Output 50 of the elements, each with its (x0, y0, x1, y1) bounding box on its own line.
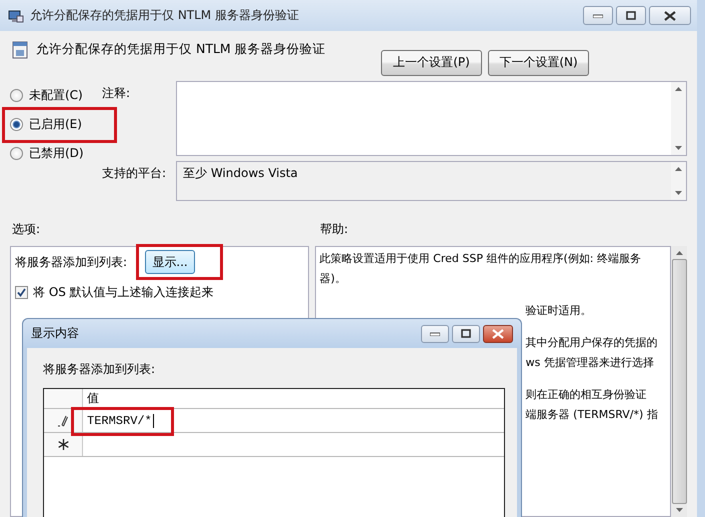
navigation-button[interactable]: 上一个设置(P) (381, 50, 482, 76)
help-text: 则在正确的相互身份验证 (526, 387, 647, 403)
help-label: 帮助: (320, 221, 348, 238)
help-text: 端服务器 (TERMSRV/*) 指 (526, 407, 658, 423)
close-icon (664, 10, 676, 20)
scroll-bar[interactable] (671, 246, 687, 517)
platform-value: 至少 Windows Vista (182, 165, 299, 182)
scroll-bar[interactable] (671, 162, 686, 200)
policy-icon (12, 41, 28, 59)
maximize-button[interactable] (616, 6, 646, 25)
help-text: 其中分配用户保存的凭据的 (526, 335, 658, 351)
maximize-icon (626, 11, 636, 20)
help-text: 验证时适用。 (526, 303, 592, 319)
help-text: 此策略设置适用于使用 Cred SSP 组件的应用程序(例如: 终端服务 (320, 251, 641, 267)
radio-label: 已禁用(D) (29, 145, 84, 162)
platform-label: 支持的平台: (102, 165, 168, 182)
minimize-button[interactable] (421, 324, 449, 342)
checkbox-label: 将 OS 默认值与上述输入连接起来 (33, 284, 214, 300)
radio-label: 已启用(E) (29, 116, 82, 133)
options-label: 选项: (11, 221, 42, 238)
help-text: ws 凭据管理器来进行选择 (526, 355, 654, 371)
maximize-button[interactable] (452, 324, 480, 342)
asterisk-icon (58, 439, 68, 450)
pencil-icon (58, 414, 68, 426)
scroll-bar[interactable] (671, 82, 686, 155)
show-button[interactable]: 显示... (145, 250, 195, 274)
close-button[interactable] (483, 324, 513, 342)
server-list-label: 将服务器添加到列表: (15, 254, 128, 270)
minimize-icon (593, 14, 603, 18)
radio-button[interactable] (10, 147, 23, 160)
maximize-icon (461, 329, 471, 338)
close-button[interactable] (649, 6, 691, 25)
minimize-icon (430, 332, 440, 336)
column-header: 值 (86, 390, 100, 407)
policy-title: 允许分配保存的凭据用于仅 NTLM 服务器身份验证 (36, 41, 327, 58)
server-list-label: 将服务器添加到列表: (43, 361, 156, 378)
navigation-button[interactable]: 下一个设置(N) (488, 50, 589, 76)
minimize-button[interactable] (583, 6, 613, 25)
close-icon (492, 328, 504, 338)
window-title: 允许分配保存的凭据用于仅 NTLM 服务器身份验证 (30, 7, 300, 24)
value-field[interactable]: TERMSRV/* (87, 414, 154, 428)
checkbox[interactable] (15, 286, 28, 298)
comment-field[interactable] (176, 81, 687, 156)
dialog-title: 显示内容 (31, 325, 79, 342)
radio-label: 未配置(C) (29, 87, 83, 104)
comment-label: 注释: (102, 85, 132, 102)
computer-icon (8, 8, 24, 24)
radio-button[interactable] (10, 118, 23, 131)
radio-button[interactable] (10, 89, 23, 102)
help-text: 器)。 (320, 271, 346, 287)
